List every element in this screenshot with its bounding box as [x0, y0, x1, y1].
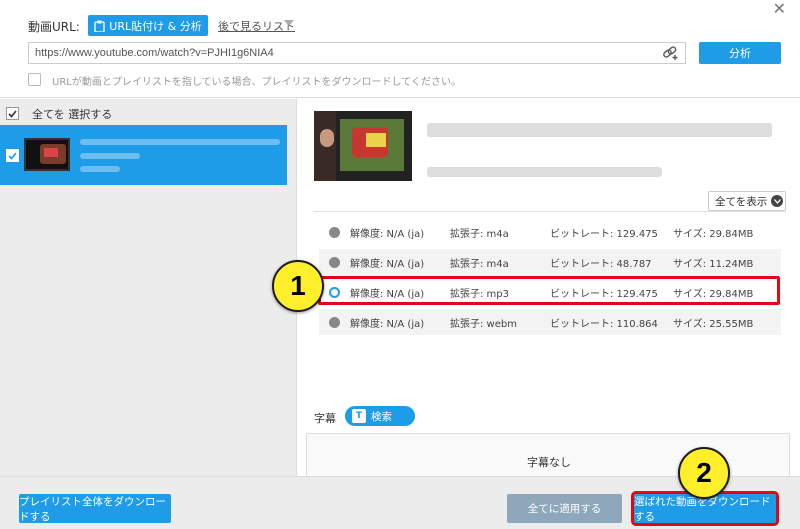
video-thumbnail	[24, 138, 70, 171]
check-icon	[8, 151, 17, 160]
blurred-title	[80, 139, 280, 145]
format-radio[interactable]	[329, 316, 340, 328]
select-all-checkbox[interactable]	[6, 107, 19, 120]
format-size: サイズ: 25.55MB	[673, 318, 754, 330]
apply-all-button[interactable]: 全てに適用する	[507, 494, 622, 523]
format-size: サイズ: 29.84MB	[673, 228, 754, 240]
video-thumbnail-large	[314, 111, 412, 181]
playlist-note: URLが動画とプレイリストを指している場合、プレイリストをダウンロードしてくださ…	[52, 77, 461, 88]
link-add-icon[interactable]	[662, 45, 680, 61]
format-bitrate: ビットレート: 129.475	[550, 228, 658, 240]
clipboard-icon	[94, 20, 105, 32]
show-all-dropdown[interactable]: 全てを表示	[708, 191, 786, 211]
download-playlist-button[interactable]: プレイリスト全体をダウンロードする	[19, 494, 171, 523]
subtitle-search-button[interactable]: T 検索	[345, 406, 415, 426]
format-radio[interactable]	[329, 226, 340, 238]
paste-and-analyze-button[interactable]: URL貼付け & 分析	[88, 15, 208, 36]
blurred-video-info	[427, 167, 662, 177]
step-badge-2: 2	[678, 447, 730, 499]
format-size: サイズ: 11.24MB	[673, 258, 754, 270]
step-badge-1: 1	[272, 260, 324, 312]
format-bitrate: ビットレート: 48.787	[550, 258, 652, 270]
video-list-item[interactable]	[0, 125, 287, 185]
chevron-down-icon	[771, 195, 784, 207]
format-bitrate: ビットレート: 110.864	[550, 318, 658, 330]
format-row[interactable]: 解像度: N/A (ja) 拡張子: m4a ビットレート: 48.787 サイ…	[319, 249, 781, 275]
playlist-checkbox[interactable]	[28, 73, 41, 86]
url-input-area: ✕ 動画URL: URL貼付け & 分析 後で見るリスト 分析 URLが動画とプ…	[0, 0, 800, 98]
check-icon	[8, 109, 17, 118]
video-item-checkbox[interactable]	[6, 149, 19, 162]
chevron-down-icon[interactable]	[284, 20, 294, 26]
format-row[interactable]: 解像度: N/A (ja) 拡張子: m4a ビットレート: 129.475 サ…	[319, 219, 781, 245]
format-row[interactable]: 解像度: N/A (ja) 拡張子: webm ビットレート: 110.864 …	[319, 309, 781, 335]
close-icon[interactable]: ✕	[773, 1, 786, 17]
show-all-label: 全てを表示	[715, 195, 768, 208]
blurred-duration	[80, 166, 120, 172]
analyze-button[interactable]: 分析	[699, 42, 781, 64]
url-label: 動画URL:	[28, 20, 80, 34]
subtitle-search-label: 検索	[371, 410, 392, 423]
format-extension: 拡張子: m4a	[450, 258, 509, 270]
select-all-label: 全てを 選択する	[32, 108, 113, 121]
subtitle-label: 字幕	[314, 412, 336, 425]
no-subtitles-text: 字幕なし	[527, 456, 571, 469]
format-extension: 拡張子: m4a	[450, 228, 509, 240]
subtitle-search-icon: T	[352, 409, 366, 423]
format-resolution: 解像度: N/A (ja)	[350, 318, 425, 330]
blurred-subtitle	[80, 153, 140, 159]
blurred-video-title	[427, 123, 772, 137]
paste-button-label: URL貼付け & 分析	[109, 19, 202, 33]
url-input[interactable]	[28, 42, 686, 64]
highlight-box-step1	[318, 276, 780, 305]
format-resolution: 解像度: N/A (ja)	[350, 258, 425, 270]
format-extension: 拡張子: webm	[450, 318, 517, 330]
divider	[314, 211, 786, 212]
format-resolution: 解像度: N/A (ja)	[350, 228, 425, 240]
format-radio[interactable]	[329, 256, 340, 268]
video-list-panel: 全てを 選択する	[0, 99, 297, 476]
